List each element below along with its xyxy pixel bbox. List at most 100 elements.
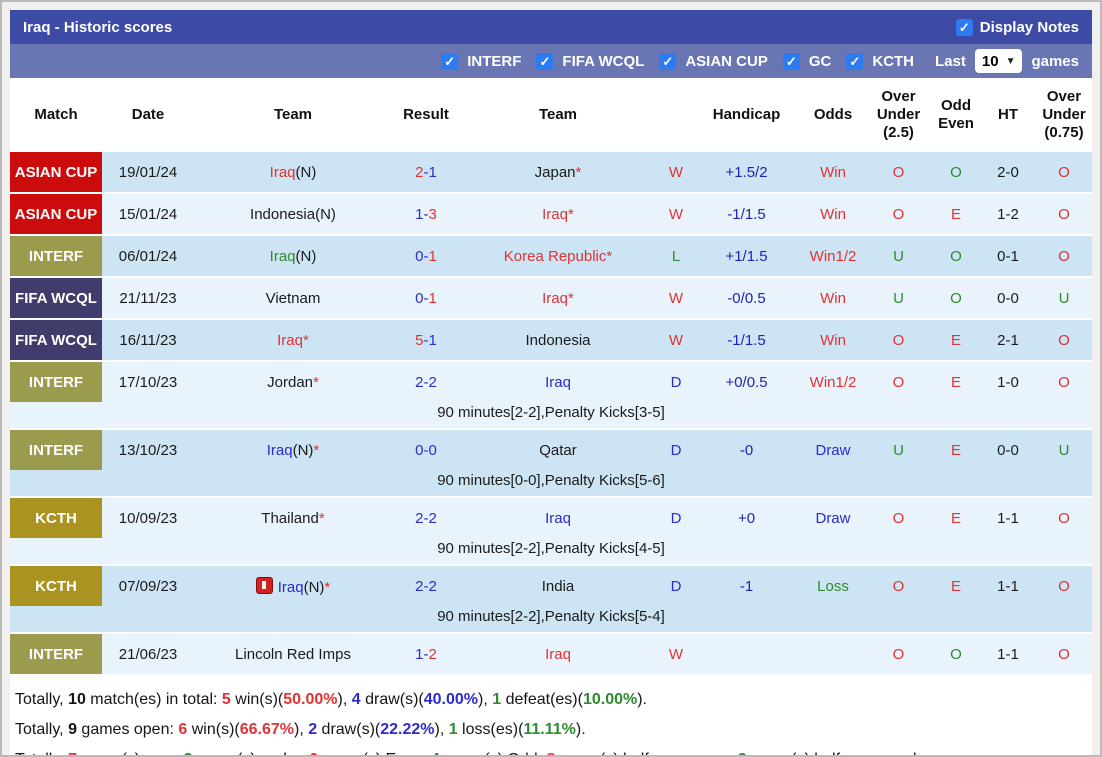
home-team-cell: Vietnam [194,290,392,307]
away-score: 2 [429,646,437,663]
result-cell: 1-2 [392,646,460,663]
summary-segment: ). [637,691,647,708]
match-type-badge: FIFA WCQL [10,320,102,360]
date-cell: 16/11/23 [102,332,194,349]
away-score: 2 [429,510,437,527]
star-marker: * [313,374,319,391]
column-header: Over Under (0.75) [1032,88,1096,142]
win-draw-loss-cell: W [656,332,696,349]
odds-cell: Loss [797,578,869,595]
handicap-cell: -0/0.5 [696,290,797,307]
display-notes-checkbox[interactable]: ✓ [956,19,973,36]
date-cell: 21/11/23 [102,290,194,307]
result-cell: 1-3 [392,206,460,223]
match-row-main-line: INTERF21/06/23Lincoln Red Imps1-2IraqWOO… [10,634,1092,674]
column-header: Handicap [696,106,797,124]
home-team-cell: Jordan* [194,374,392,391]
away-score: 3 [429,206,437,223]
star-marker: * [313,442,319,459]
home-team-cell: Iraq(N) [194,248,392,265]
result-cell: 0-1 [392,248,460,265]
over-under-075-cell: U [1032,290,1096,307]
games-count-value: 10 [982,53,999,70]
date-cell: 10/09/23 [102,510,194,527]
over-under-075-cell: O [1032,578,1096,595]
match-row: INTERF13/10/23Iraq(N)*0-0QatarD-0DrawUE0… [10,430,1092,498]
team-name: Iraq [270,164,296,181]
date-cell: 07/09/23 [102,578,194,595]
over-under-25-cell: O [869,510,928,527]
team-name: Indonesia [525,332,590,349]
column-header: Team [460,106,656,124]
away-score: 2 [429,374,437,391]
star-marker: * [576,164,582,181]
home-team-cell: Lincoln Red Imps [194,646,392,663]
away-score: 2 [429,578,437,595]
summary-line: Totally, 10 match(es) in total: 5 win(s)… [15,685,1087,715]
team-name: Jordan [267,374,313,391]
summary-segment: 2 [308,721,317,738]
summary-segment: 4 [431,751,440,757]
date-cell: 13/10/23 [102,442,194,459]
odds-cell: Win1/2 [797,374,869,391]
win-draw-loss-cell: L [656,248,696,265]
match-row: ASIAN CUP19/01/24Iraq(N)2-1Japan*W+1.5/2… [10,152,1092,194]
handicap-cell: -1 [696,578,797,595]
date-cell: 19/01/24 [102,164,194,181]
team-name: Japan [535,164,576,181]
filter-checkbox-kcth[interactable]: ✓ [846,53,863,70]
result-cell: 2-2 [392,578,460,595]
result-cell: 2-2 [392,374,460,391]
team-name: Vietnam [266,290,321,307]
match-row-main-line: KCTH10/09/23Thailand*2-2IraqD+0DrawOE1-1… [10,498,1092,538]
team-suffix: (N) [293,442,314,459]
summary-segment: loss(es)( [458,721,524,738]
summary-segment: 5 [222,691,231,708]
result-cell: 5-1 [392,332,460,349]
match-row-main-line: INTERF13/10/23Iraq(N)*0-0QatarD-0DrawUE0… [10,430,1092,470]
date-cell: 21/06/23 [102,646,194,663]
column-header: Date [102,106,194,124]
match-row-main-line: FIFA WCQL21/11/23Vietnam0-1Iraq*W-0/0.5W… [10,278,1092,318]
filter-checkbox-interf[interactable]: ✓ [441,53,458,70]
filter-bar: ✓INTERF✓FIFA WCQL✓ASIAN CUP✓GC✓KCTH Last… [10,44,1092,78]
over-under-075-cell: O [1032,374,1096,391]
filter-checkbox-gc[interactable]: ✓ [783,53,800,70]
summary-segment: 50.00% [283,691,337,708]
summary-segment: Totally, [15,721,68,738]
home-score: 2 [415,510,423,527]
home-score: 0 [415,442,423,459]
summary-segment: Totally, [15,691,68,708]
filter-checkbox-fifa-wcql[interactable]: ✓ [536,53,553,70]
team-name: Indonesia [250,206,315,223]
summary-section: Totally, 10 match(es) in total: 5 win(s)… [10,676,1092,757]
team-name: Thailand [261,510,319,527]
display-notes-label: Display Notes [980,19,1079,36]
win-draw-loss-cell: D [656,578,696,595]
over-under-075-cell: O [1032,206,1096,223]
star-marker: * [324,579,330,596]
match-row: FIFA WCQL16/11/23Iraq*5-1IndonesiaW-1/1.… [10,320,1092,362]
games-count-select[interactable]: 10 ▼ [975,49,1023,73]
match-type-cell: INTERF [10,634,102,674]
match-row-main-line: ASIAN CUP19/01/24Iraq(N)2-1Japan*W+1.5/2… [10,152,1092,192]
column-header: HT [984,106,1032,124]
filter-checkbox-asian-cup[interactable]: ✓ [659,53,676,70]
summary-segment: ). [576,721,586,738]
home-team-cell: Iraq(N) [194,164,392,181]
match-type-cell: FIFA WCQL [10,320,102,360]
home-score: 2 [415,374,423,391]
summary-segment: game(s) over, [77,751,184,757]
team-suffix: (N) [304,579,325,596]
over-under-25-cell: O [869,646,928,663]
summary-segment: 9 [68,721,77,738]
column-header: Odd Even [928,97,984,133]
away-team-cell: Qatar [460,442,656,459]
summary-segment: Totally, [15,751,68,757]
handicap-cell: -1/1.5 [696,332,797,349]
star-marker: * [303,332,309,349]
match-row: INTERF21/06/23Lincoln Red Imps1-2IraqWOO… [10,634,1092,676]
team-suffix: (N) [315,206,336,223]
over-under-25-cell: O [869,206,928,223]
column-header: Team [194,106,392,124]
